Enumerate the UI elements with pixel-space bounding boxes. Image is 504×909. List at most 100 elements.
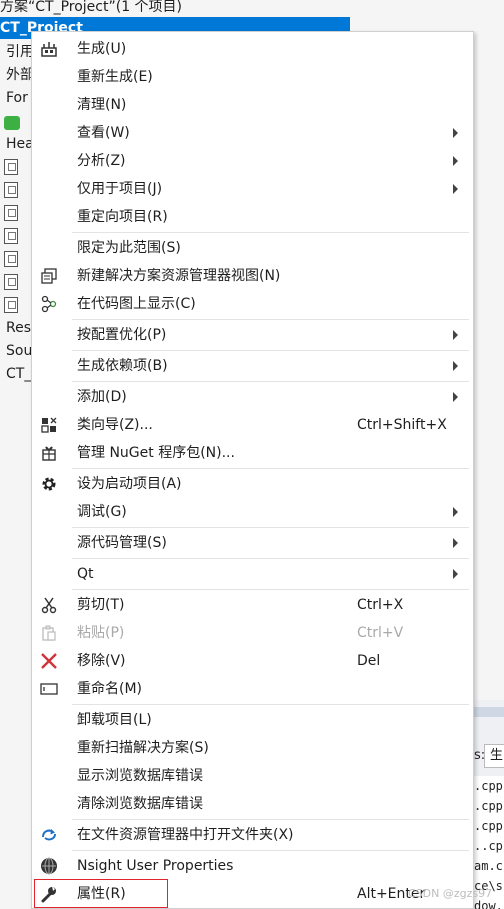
- menu-item-view[interactable]: 查看(W): [32, 119, 473, 147]
- panel-dropdown[interactable]: 生: [484, 744, 504, 768]
- menu-item-label: 分析(Z): [77, 153, 126, 169]
- menu-item-scope-to-this[interactable]: 限定为此范围(S): [32, 234, 473, 262]
- menu-item-debug[interactable]: 调试(G): [32, 498, 473, 526]
- menu-item-source-control[interactable]: 源代码管理(S): [32, 529, 473, 557]
- submenu-arrow-icon: [453, 569, 458, 579]
- remove-icon: [40, 652, 58, 670]
- menu-item-label: 显示浏览数据库错误: [77, 768, 203, 784]
- menu-item-set-startup-project[interactable]: 设为启动项目(A): [32, 470, 473, 498]
- menu-item-label: 重定向项目(R): [77, 209, 168, 225]
- menu-item-label: 生成(U): [77, 41, 127, 57]
- menu-item-label: 源代码管理(S): [77, 535, 167, 551]
- menu-item-label: Qt: [77, 566, 94, 582]
- solution-title: 方案“CT_Project”(1 个项目): [0, 0, 183, 15]
- menu-item-label: 粘贴(P): [77, 625, 125, 641]
- file-icon: [4, 228, 18, 244]
- tree-item-ct[interactable]: CT_: [6, 363, 31, 385]
- submenu-arrow-icon: [453, 128, 458, 138]
- menu-item-label: 卸载项目(L): [77, 712, 152, 728]
- menu-item-new-explorer-view[interactable]: 新建解决方案资源管理器视图(N): [32, 262, 473, 290]
- build-icon: [40, 40, 58, 58]
- menu-separator: [72, 558, 469, 559]
- menu-item-show-on-code-map[interactable]: 在代码图上显示(C): [32, 290, 473, 318]
- new-view-icon: [40, 267, 58, 285]
- menu-item-analyze[interactable]: 分析(Z): [32, 147, 473, 175]
- output-line: .cpp: [474, 799, 503, 813]
- menu-item-label: 在文件资源管理器中打开文件夹(X): [77, 827, 294, 843]
- menu-item-nsight-user-properties[interactable]: Nsight User Properties: [32, 852, 473, 880]
- menu-item-remove[interactable]: 移除(V) Del: [32, 647, 473, 675]
- output-line: am.c: [474, 859, 503, 873]
- menu-item-class-wizard[interactable]: 类向导(Z)... Ctrl+Shift+X: [32, 411, 473, 439]
- submenu-arrow-icon: [453, 361, 458, 371]
- scissors-icon: [40, 596, 58, 614]
- gear-icon: [40, 475, 58, 493]
- menu-item-label: 剪切(T): [77, 597, 125, 613]
- menu-item-cut[interactable]: 剪切(T) Ctrl+X: [32, 591, 473, 619]
- menu-item-label: 清除浏览数据库错误: [77, 796, 203, 812]
- menu-item-clear-browsing-db-errors[interactable]: 清除浏览数据库错误: [32, 790, 473, 818]
- submenu-arrow-icon: [453, 184, 458, 194]
- menu-separator: [72, 350, 469, 351]
- menu-item-label: 查看(W): [77, 125, 130, 141]
- menu-separator: [72, 527, 469, 528]
- tree-item-forms[interactable]: For: [6, 87, 28, 109]
- menu-item-rebuild[interactable]: 重新生成(E): [32, 63, 473, 91]
- menu-item-label: 添加(D): [77, 389, 127, 405]
- menu-item-shortcut: Del: [357, 653, 381, 669]
- submenu-arrow-icon: [453, 507, 458, 517]
- file-icon: [4, 159, 18, 175]
- submenu-arrow-icon: [453, 156, 458, 166]
- tree-item-external[interactable]: 外部: [6, 64, 34, 86]
- menu-separator: [72, 319, 469, 320]
- tree-item-resources[interactable]: Res: [6, 317, 31, 339]
- menu-separator: [72, 704, 469, 705]
- menu-item-shortcut: Ctrl+V: [357, 625, 404, 641]
- tree-item-headers[interactable]: Hea: [6, 133, 34, 155]
- menu-separator: [72, 381, 469, 382]
- menu-item-label: 在代码图上显示(C): [77, 296, 196, 312]
- output-line: .cpp: [474, 779, 503, 793]
- menu-item-label: Nsight User Properties: [77, 858, 234, 874]
- menu-item-open-in-file-explorer[interactable]: 在文件资源管理器中打开文件夹(X): [32, 821, 473, 849]
- code-map-icon: [40, 295, 58, 313]
- menu-item-rescan-solution[interactable]: 重新扫描解决方案(S): [32, 734, 473, 762]
- context-menu: 生成(U) 重新生成(E) 清理(N) 查看(W) 分析(Z) 仅用于项目(J)…: [31, 31, 474, 909]
- highlight-box: [34, 879, 168, 908]
- menu-item-show-browsing-db-errors[interactable]: 显示浏览数据库错误: [32, 762, 473, 790]
- menu-item-unload-project[interactable]: 卸载项目(L): [32, 706, 473, 734]
- menu-item-label: 新建解决方案资源管理器视图(N): [77, 268, 281, 284]
- paste-icon: [40, 624, 58, 642]
- menu-item-label: 重新生成(E): [77, 69, 153, 85]
- menu-item-label: 移除(V): [77, 653, 126, 669]
- menu-item-label: 调试(G): [77, 504, 127, 520]
- menu-item-add[interactable]: 添加(D): [32, 383, 473, 411]
- menu-item-qt[interactable]: Qt: [32, 560, 473, 588]
- menu-item-rename[interactable]: 重命名(M): [32, 675, 473, 703]
- output-line: .cpp: [474, 819, 503, 833]
- menu-separator: [72, 232, 469, 233]
- menu-item-shortcut: Ctrl+Shift+X: [357, 417, 447, 433]
- menu-separator: [72, 850, 469, 851]
- submenu-arrow-icon: [453, 538, 458, 548]
- menu-item-retarget[interactable]: 重定向项目(R): [32, 203, 473, 231]
- rename-icon: [40, 680, 58, 698]
- menu-item-clean[interactable]: 清理(N): [32, 91, 473, 119]
- tree-item-sources[interactable]: Sou: [6, 340, 32, 362]
- menu-item-shortcut: Ctrl+X: [357, 597, 404, 613]
- watermark: CSDN @zgzs97: [408, 887, 493, 900]
- menu-item-paste[interactable]: 粘贴(P) Ctrl+V: [32, 619, 473, 647]
- menu-item-label: 清理(N): [77, 97, 127, 113]
- menu-item-build-dependencies[interactable]: 生成依赖项(B): [32, 352, 473, 380]
- menu-item-profile-guided-optimization[interactable]: 按配置优化(P): [32, 321, 473, 349]
- file-icon: [4, 251, 18, 267]
- output-line: ..cpp: [474, 839, 504, 853]
- menu-item-build[interactable]: 生成(U): [32, 35, 473, 63]
- menu-item-project-only[interactable]: 仅用于项目(J): [32, 175, 473, 203]
- file-icon: [4, 297, 18, 313]
- tree-item-references[interactable]: 引用: [6, 41, 34, 63]
- nsight-icon: [40, 857, 58, 875]
- menu-item-manage-nuget[interactable]: 管理 NuGet 程序包(N)...: [32, 439, 473, 467]
- menu-item-label: 设为启动项目(A): [77, 476, 182, 492]
- nuget-icon: [40, 444, 58, 462]
